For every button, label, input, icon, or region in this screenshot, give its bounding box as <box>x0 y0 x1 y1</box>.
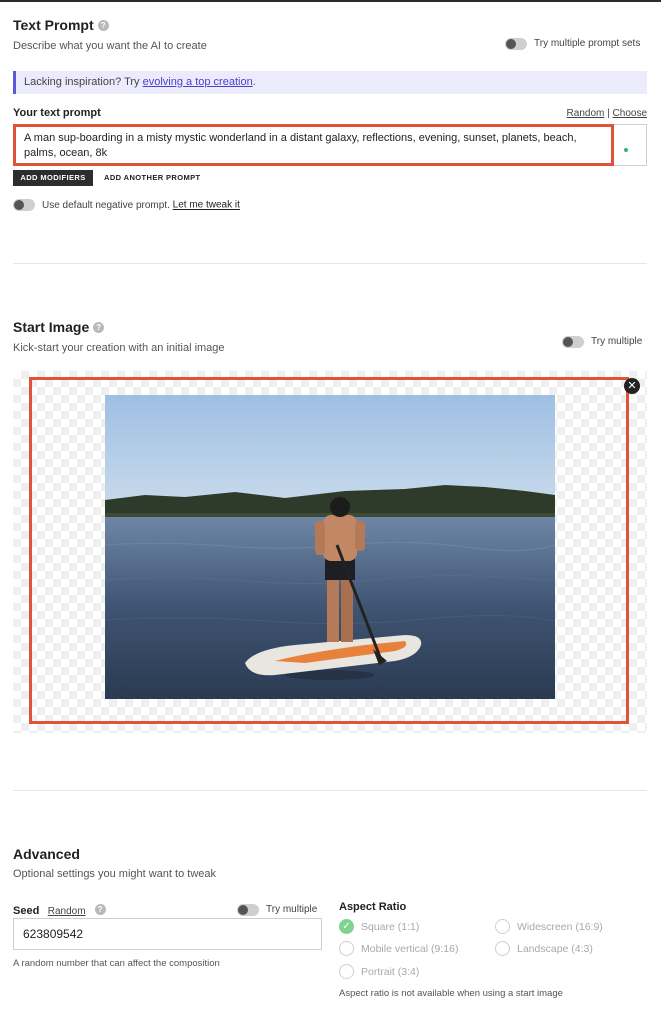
add-another-prompt-button[interactable]: ADD ANOTHER PROMPT <box>104 170 201 186</box>
seed-input[interactable]: 623809542 <box>13 918 322 950</box>
tweak-negative-link[interactable]: Let me tweak it <box>173 200 240 211</box>
aspect-option-label: Widescreen (16:9) <box>517 920 603 933</box>
seed-note: A random number that can affect the comp… <box>13 958 220 969</box>
help-icon[interactable]: ? <box>97 20 109 32</box>
random-prompt-link[interactable]: Random <box>567 108 605 119</box>
choose-prompt-link[interactable]: Choose <box>613 108 647 119</box>
aspect-ratio-label: Aspect Ratio <box>339 901 407 913</box>
aspect-option-mobile-vertical[interactable]: Mobile vertical (9:16) <box>339 940 458 958</box>
radio-icon <box>339 941 354 957</box>
banner-suffix: . <box>252 76 256 88</box>
seed-random-link[interactable]: Random <box>48 906 86 917</box>
text-prompt-subtitle: Describe what you want the AI to create <box>13 40 207 52</box>
text-prompt-field-label: Your text prompt <box>13 107 101 119</box>
text-prompt-title: Text Prompt <box>13 17 94 33</box>
negative-prompt-toggle[interactable] <box>13 199 35 211</box>
seed-label: Seed <box>13 905 40 917</box>
random-choose-links: Random | Choose <box>567 108 647 119</box>
inspiration-banner: Lacking inspiration? Try evolving a top … <box>13 71 647 94</box>
remove-image-icon[interactable]: ✕ <box>624 378 640 394</box>
multiple-prompt-sets-toggle[interactable] <box>505 37 527 50</box>
negative-prompt-label: Use default negative prompt. <box>42 199 173 211</box>
start-image-multiple-toggle[interactable] <box>562 335 584 348</box>
start-image-title: Start Image <box>13 319 90 335</box>
start-image-multiple-toggle-row: Try multiple <box>562 333 642 351</box>
seed-multiple-toggle[interactable] <box>237 903 259 916</box>
seed-multiple-label: Try multiple <box>266 904 318 916</box>
seed-label-row: Seed Random? <box>13 901 106 919</box>
aspect-option-label: Square (1:1) <box>361 920 420 933</box>
prompt-status-dot <box>624 148 628 152</box>
aspect-option-widescreen[interactable]: Widescreen (16:9) <box>495 918 603 936</box>
aspect-option-label: Landscape (4:3) <box>517 942 593 955</box>
aspect-option-portrait[interactable]: Portrait (3:4) <box>339 963 419 981</box>
aspect-option-landscape[interactable]: Landscape (4:3) <box>495 940 593 958</box>
negative-prompt-row: Use default negative prompt. Let me twea… <box>13 199 240 211</box>
section-divider <box>13 790 647 791</box>
text-prompt-input[interactable]: A man sup-boarding in a misty mystic won… <box>13 124 614 166</box>
aspect-ratio-note: Aspect ratio is not available when using… <box>339 988 563 999</box>
text-prompt-header: Text Prompt? <box>13 17 109 35</box>
advanced-subtitle: Optional settings you might want to twea… <box>13 868 216 880</box>
aspect-option-label: Mobile vertical (9:16) <box>361 942 459 955</box>
link-separator: | <box>607 108 610 119</box>
seed-multiple-toggle-row: Try multiple <box>237 901 317 919</box>
radio-icon <box>339 964 354 980</box>
help-icon[interactable]: ? <box>93 322 105 334</box>
add-modifiers-button[interactable]: ADD MODIFIERS <box>13 170 93 186</box>
radio-icon <box>495 941 510 957</box>
selected-image-highlight <box>29 377 629 724</box>
evolve-creation-link[interactable]: evolving a top creation <box>143 76 253 88</box>
check-icon: ✓ <box>339 919 354 935</box>
radio-icon <box>495 919 510 935</box>
start-image-subtitle: Kick-start your creation with an initial… <box>13 342 225 354</box>
multiple-prompt-sets-toggle-row: Try multiple prompt sets <box>505 35 640 53</box>
start-image-multiple-label: Try multiple <box>591 336 643 348</box>
banner-text: Lacking inspiration? Try <box>24 76 143 88</box>
top-border <box>0 0 661 2</box>
aspect-option-label: Portrait (3:4) <box>361 965 420 978</box>
advanced-title: Advanced <box>13 846 80 862</box>
aspect-option-square[interactable]: ✓ Square (1:1) <box>339 918 419 936</box>
multiple-prompt-sets-label: Try multiple prompt sets <box>534 38 641 50</box>
help-icon[interactable]: ? <box>94 904 106 916</box>
start-image-header: Start Image? <box>13 319 105 337</box>
section-divider <box>13 263 647 264</box>
